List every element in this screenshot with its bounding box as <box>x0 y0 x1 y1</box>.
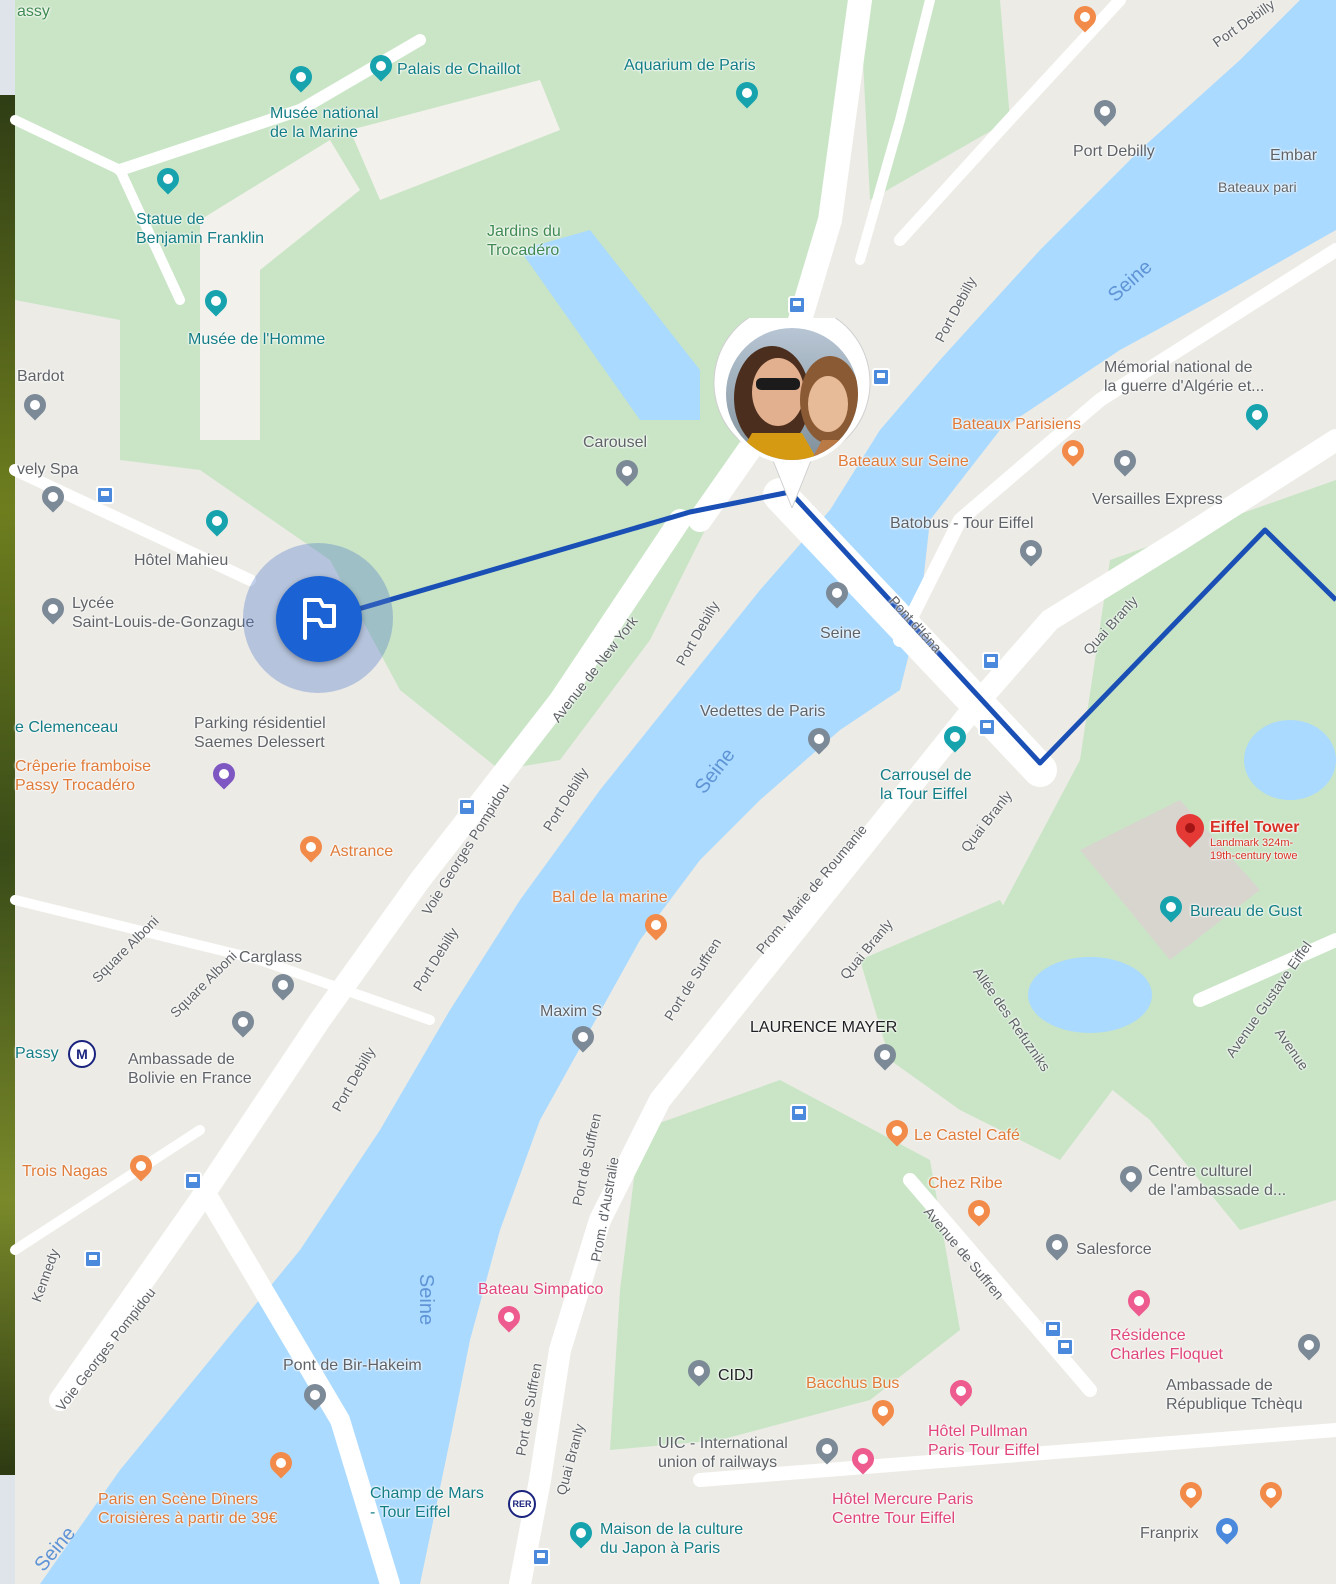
place-label[interactable]: Ambassade de République Tchèqu <box>1166 1376 1303 1414</box>
place-label[interactable]: Astrance <box>330 842 393 861</box>
place-label[interactable]: Centre culturel de l'ambassade d... <box>1148 1162 1286 1200</box>
bus-stop-icon[interactable] <box>1044 1320 1062 1338</box>
destination-label[interactable]: Eiffel Tower Landmark 324m- 19th-century t… <box>1210 818 1300 863</box>
place-label[interactable]: Lycée Saint-Louis-de-Gonzague <box>72 594 254 632</box>
place-label[interactable]: vely Spa <box>17 460 78 479</box>
bus-stop-icon[interactable] <box>184 1172 202 1190</box>
photo-location-marker[interactable] <box>712 318 872 508</box>
place-label[interactable]: Vedettes de Paris <box>700 702 825 721</box>
place-label[interactable]: Bateaux Parisiens <box>952 415 1081 434</box>
place-label: assy <box>17 3 50 20</box>
place-label[interactable]: Passy <box>15 1044 59 1063</box>
place-label[interactable]: Chez Ribe <box>928 1174 1003 1193</box>
place-label[interactable]: Aquarium de Paris <box>624 56 756 75</box>
place-label[interactable]: Jardins du Trocadéro <box>487 222 561 260</box>
place-label[interactable]: Bal de la marine <box>552 888 668 907</box>
bus-stop-icon[interactable] <box>96 486 114 504</box>
place-label[interactable]: Palais de Chaillot <box>397 60 521 79</box>
place-label[interactable]: Trois Nagas <box>22 1162 108 1181</box>
place-label[interactable]: Pont de Bir-Hakeim <box>283 1356 422 1375</box>
bus-stop-icon[interactable] <box>1056 1338 1074 1356</box>
place-label[interactable]: Mémorial national de la guerre d'Algérie… <box>1104 358 1264 396</box>
bus-stop-icon[interactable] <box>872 368 890 386</box>
place-label[interactable]: Maison de la culture du Japon à Paris <box>600 1520 743 1558</box>
place-label[interactable]: Bateau Simpatico <box>478 1280 603 1299</box>
place-label[interactable]: Bureau de Gust <box>1190 902 1302 921</box>
place-label[interactable]: Bardot <box>17 367 64 386</box>
place-label[interactable]: Hôtel Pullman Paris Tour Eiffel <box>928 1422 1039 1460</box>
place-label[interactable]: Franprix <box>1140 1524 1199 1543</box>
place-label[interactable]: Parking résidentiel Saemes Delessert <box>194 714 326 752</box>
place-label[interactable]: Seine <box>820 624 861 643</box>
place-label[interactable]: e Clemenceau <box>15 718 118 737</box>
place-label[interactable]: Maxim S <box>540 1002 602 1021</box>
place-label[interactable]: Carousel <box>583 433 647 452</box>
bus-stop-icon[interactable] <box>978 718 996 736</box>
start-marker[interactable] <box>276 576 362 662</box>
place-label[interactable]: Bacchus Bus <box>806 1374 899 1393</box>
bus-stop-icon[interactable] <box>982 652 1000 670</box>
rer-icon[interactable]: RER <box>508 1490 536 1518</box>
bus-stop-icon[interactable] <box>84 1250 102 1268</box>
place-label[interactable]: Versailles Express <box>1092 490 1223 509</box>
place-label[interactable]: Statue de Benjamin Franklin <box>136 210 264 248</box>
bus-stop-icon[interactable] <box>532 1548 550 1566</box>
place-label[interactable]: Batobus - Tour Eiffel <box>890 514 1034 533</box>
place-label[interactable]: LAURENCE MAYER <box>750 1018 897 1037</box>
place-label[interactable]: Le Castel Café <box>914 1126 1020 1145</box>
place-label[interactable]: Hôtel Mercure Paris Centre Tour Eiffel <box>832 1490 973 1528</box>
place-label[interactable]: Résidence Charles Floquet <box>1110 1326 1223 1364</box>
place-label[interactable]: UIC - International union of railways <box>658 1434 788 1472</box>
place-label[interactable]: Salesforce <box>1076 1240 1152 1259</box>
pond <box>1028 957 1152 1033</box>
place-label[interactable]: Paris en Scène Dîners Croisières à parti… <box>98 1490 278 1528</box>
place-label[interactable]: Crêperie framboise Passy Trocadéro <box>15 757 151 795</box>
place-label[interactable]: Champ de Mars - Tour Eiffel <box>370 1484 484 1522</box>
place-label[interactable]: Bateaux pari <box>1218 178 1297 197</box>
map-canvas[interactable]: Seine Seine Seine Seine assy Palais de C… <box>0 0 1336 1584</box>
pond-2 <box>1244 720 1336 800</box>
place-label[interactable]: Musée de l'Homme <box>188 330 325 349</box>
flag-icon <box>303 598 336 640</box>
bus-stop-icon[interactable] <box>458 798 476 816</box>
place-label[interactable]: Carrousel de la Tour Eiffel <box>880 766 972 804</box>
place-label[interactable]: Musée national de la Marine <box>270 104 379 142</box>
avatar <box>713 318 871 508</box>
place-label[interactable]: Port Debilly <box>1073 142 1155 161</box>
place-label[interactable]: Hôtel Mahieu <box>134 551 228 570</box>
place-label[interactable]: CIDJ <box>718 1366 754 1385</box>
bus-stop-icon[interactable] <box>788 296 806 314</box>
water-label: Seine <box>415 1273 438 1326</box>
metro-icon[interactable]: M <box>68 1040 96 1068</box>
place-label[interactable]: Embar <box>1270 146 1317 165</box>
place-label[interactable]: Ambassade de Bolivie en France <box>128 1050 252 1088</box>
bus-stop-icon[interactable] <box>790 1104 808 1122</box>
place-label[interactable]: Carglass <box>239 948 302 967</box>
